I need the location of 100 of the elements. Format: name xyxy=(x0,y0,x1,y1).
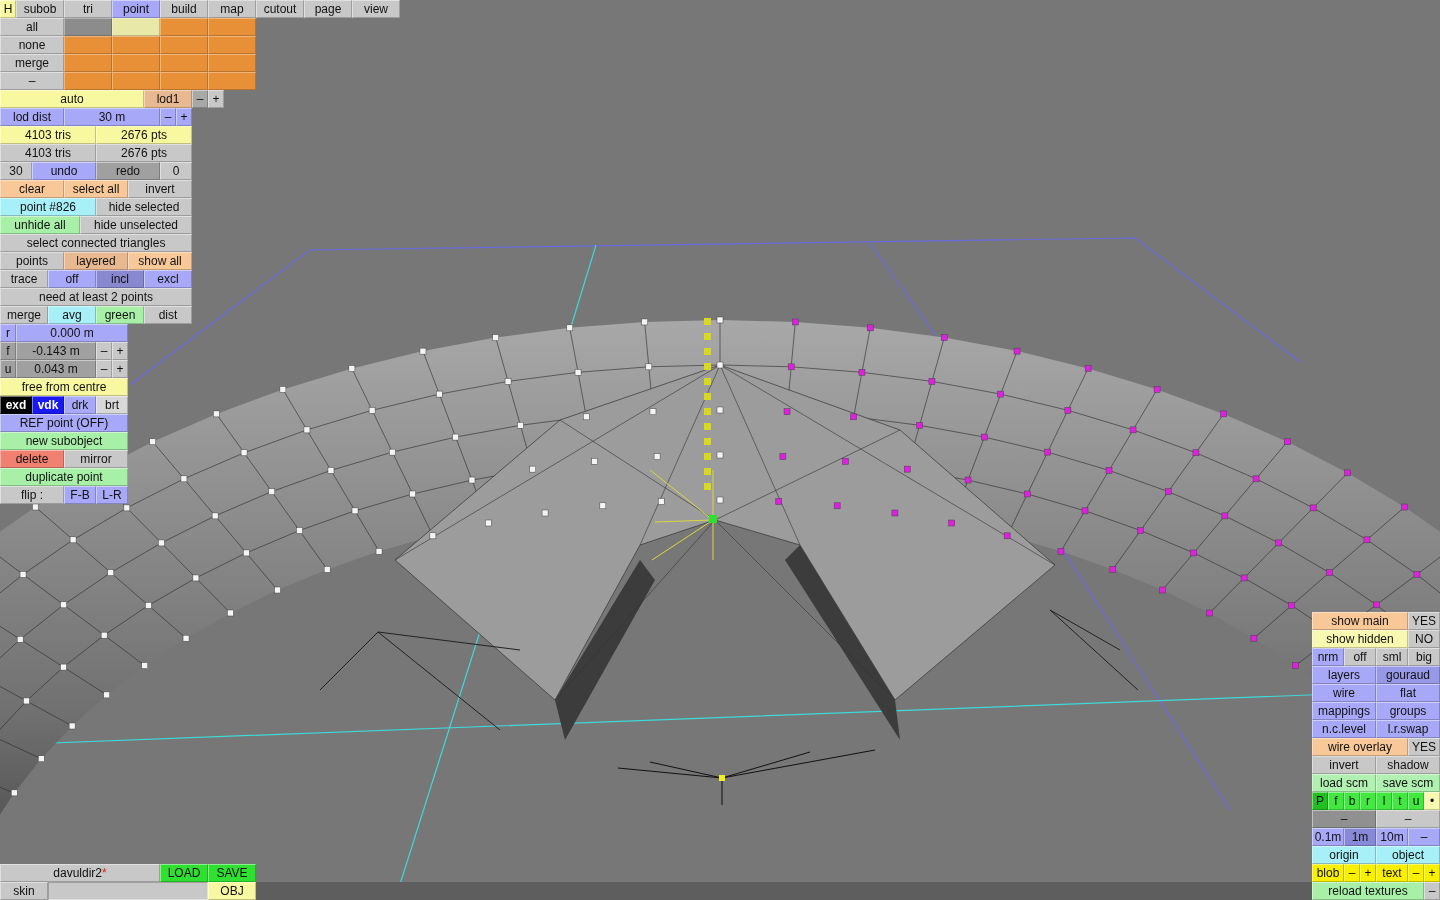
panel-button[interactable]: all xyxy=(0,18,64,36)
panel-button[interactable]: 1m xyxy=(1344,828,1376,846)
panel-button[interactable]: hide selected xyxy=(96,198,192,216)
panel-button[interactable]: undo xyxy=(32,162,96,180)
panel-button[interactable]: u xyxy=(0,360,16,378)
panel-button[interactable]: b xyxy=(1344,792,1360,810)
panel-button[interactable]: green xyxy=(96,306,144,324)
color-swatch[interactable] xyxy=(160,72,208,90)
panel-button[interactable]: excl xyxy=(144,270,192,288)
panel-button[interactable]: skin xyxy=(0,882,48,900)
panel-button[interactable]: YES xyxy=(1408,738,1440,756)
color-swatch[interactable] xyxy=(208,18,256,36)
panel-button[interactable]: – xyxy=(1408,864,1424,882)
panel-button[interactable]: LOAD xyxy=(160,864,208,882)
mode-tab[interactable]: subob xyxy=(16,0,64,18)
panel-button[interactable]: 0.1m xyxy=(1312,828,1344,846)
panel-button[interactable]: + xyxy=(1424,864,1440,882)
panel-button[interactable]: show all xyxy=(128,252,192,270)
panel-button[interactable]: – xyxy=(1376,810,1440,828)
panel-button[interactable]: + xyxy=(112,342,128,360)
panel-button[interactable]: – xyxy=(160,108,176,126)
panel-button[interactable]: YES xyxy=(1408,612,1440,630)
panel-button[interactable]: vdk xyxy=(32,396,64,414)
panel-button[interactable]: save scm xyxy=(1376,774,1440,792)
input-field[interactable] xyxy=(48,882,208,900)
panel-button[interactable]: free from centre xyxy=(0,378,128,396)
panel-button[interactable]: P xyxy=(1312,792,1328,810)
panel-button[interactable]: 0.043 m xyxy=(16,360,96,378)
panel-button[interactable]: flip : xyxy=(0,486,64,504)
panel-button[interactable]: F-B xyxy=(64,486,96,504)
panel-button[interactable]: sml xyxy=(1376,648,1408,666)
panel-button[interactable]: + xyxy=(176,108,192,126)
mode-tab[interactable]: cutout xyxy=(256,0,304,18)
mode-tab[interactable]: build xyxy=(160,0,208,18)
panel-button[interactable]: 4103 tris xyxy=(0,126,96,144)
panel-button[interactable]: + xyxy=(1360,864,1376,882)
panel-button[interactable]: load scm xyxy=(1312,774,1376,792)
mode-tab[interactable]: tri xyxy=(64,0,112,18)
panel-button[interactable]: select connected triangles xyxy=(0,234,192,252)
color-swatch[interactable] xyxy=(208,36,256,54)
panel-button[interactable]: shadow xyxy=(1376,756,1440,774)
panel-button[interactable]: -0.143 m xyxy=(16,342,96,360)
panel-button[interactable]: point #826 xyxy=(0,198,96,216)
panel-button[interactable]: – xyxy=(1312,810,1376,828)
panel-button[interactable]: – xyxy=(1424,882,1440,900)
panel-button[interactable]: L-R xyxy=(96,486,128,504)
panel-button[interactable]: big xyxy=(1408,648,1440,666)
panel-button[interactable]: 30 m xyxy=(64,108,160,126)
panel-button[interactable]: show hidden xyxy=(1312,630,1408,648)
panel-button[interactable]: show main xyxy=(1312,612,1408,630)
panel-button[interactable]: invert xyxy=(1312,756,1376,774)
panel-button[interactable]: redo xyxy=(96,162,160,180)
color-swatch[interactable] xyxy=(64,54,112,72)
panel-button[interactable]: wire xyxy=(1312,684,1376,702)
panel-button[interactable]: clear xyxy=(0,180,64,198)
color-swatch[interactable] xyxy=(112,18,160,36)
panel-button[interactable]: layers xyxy=(1312,666,1376,684)
panel-button[interactable]: 2676 pts xyxy=(96,144,192,162)
panel-button[interactable]: incl xyxy=(96,270,144,288)
panel-button[interactable]: – xyxy=(0,72,64,90)
color-swatch[interactable] xyxy=(112,36,160,54)
panel-button[interactable]: origin xyxy=(1312,846,1376,864)
panel-button[interactable]: + xyxy=(112,360,128,378)
panel-button[interactable]: none xyxy=(0,36,64,54)
panel-button[interactable]: trace xyxy=(0,270,48,288)
color-swatch[interactable] xyxy=(112,54,160,72)
panel-button[interactable]: mirror xyxy=(64,450,128,468)
panel-button[interactable]: l xyxy=(1376,792,1392,810)
panel-button[interactable]: • xyxy=(1424,792,1440,810)
panel-button[interactable]: avg xyxy=(48,306,96,324)
panel-button[interactable]: merge xyxy=(0,54,64,72)
color-swatch[interactable] xyxy=(112,72,160,90)
panel-button[interactable]: f xyxy=(1328,792,1344,810)
panel-button[interactable]: gouraud xyxy=(1376,666,1440,684)
panel-button[interactable]: 10m xyxy=(1376,828,1408,846)
panel-button[interactable]: NO xyxy=(1408,630,1440,648)
panel-button[interactable]: off xyxy=(1344,648,1376,666)
panel-button[interactable]: mappings xyxy=(1312,702,1376,720)
panel-button[interactable]: r xyxy=(1360,792,1376,810)
panel-button[interactable]: brt xyxy=(96,396,128,414)
color-swatch[interactable] xyxy=(64,18,112,36)
panel-button[interactable]: duplicate point xyxy=(0,468,128,486)
panel-button[interactable]: merge xyxy=(0,306,48,324)
panel-button[interactable]: t xyxy=(1392,792,1408,810)
panel-button[interactable]: wire overlay xyxy=(1312,738,1408,756)
mode-tab[interactable]: view xyxy=(352,0,400,18)
panel-button[interactable]: – xyxy=(192,90,208,108)
panel-button[interactable]: – xyxy=(96,342,112,360)
panel-button[interactable]: – xyxy=(1344,864,1360,882)
panel-button[interactable]: 0 xyxy=(160,162,192,180)
panel-button[interactable]: groups xyxy=(1376,702,1440,720)
panel-button[interactable]: 30 xyxy=(0,162,32,180)
color-swatch[interactable] xyxy=(208,54,256,72)
color-swatch[interactable] xyxy=(208,72,256,90)
panel-button[interactable]: exd xyxy=(0,396,32,414)
panel-button[interactable]: new subobject xyxy=(0,432,128,450)
panel-button[interactable]: davuldir2* xyxy=(0,864,160,882)
panel-button[interactable]: r xyxy=(0,324,16,342)
color-swatch[interactable] xyxy=(160,36,208,54)
color-swatch[interactable] xyxy=(160,18,208,36)
